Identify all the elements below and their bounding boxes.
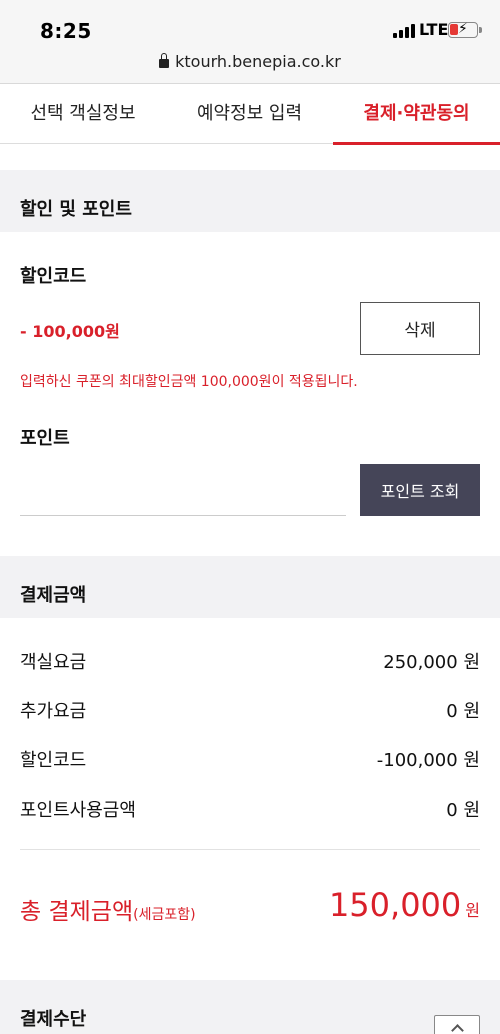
signal-icon bbox=[393, 24, 415, 38]
delete-coupon-button[interactable]: 삭제 bbox=[360, 302, 480, 355]
step-reservation-info[interactable]: 예약정보 입력 bbox=[166, 85, 333, 144]
point-lookup-button[interactable]: 포인트 조회 bbox=[360, 464, 480, 516]
discount-code-label: 할인코드 bbox=[20, 750, 87, 771]
step-payment-terms[interactable]: 결제·약관동의 bbox=[333, 85, 500, 145]
coupon-notice: 입력하신 쿠폰의 최대할인금액 100,000원이 적용됩니다. bbox=[20, 374, 358, 390]
point-usage-value: 0 원 bbox=[446, 800, 480, 821]
room-fee-row: 객실요금 250,000 원 bbox=[20, 648, 480, 673]
status-bar: 8:25 LTE ⚡ ktourh.benepia.co.kr bbox=[0, 0, 500, 84]
total-divider bbox=[20, 849, 480, 850]
total-amount: 150,000 원 bbox=[329, 886, 480, 924]
arrow-up-icon bbox=[451, 1024, 464, 1034]
point-label: 포인트 bbox=[20, 428, 70, 449]
point-input[interactable] bbox=[20, 468, 346, 516]
discount-code-row: 할인코드 -100,000 원 bbox=[20, 746, 480, 771]
address-bar[interactable]: ktourh.benepia.co.kr bbox=[0, 52, 500, 71]
method-section-title: 결제수단 bbox=[20, 1009, 87, 1030]
room-fee-label: 객실요금 bbox=[20, 652, 87, 673]
room-fee-value: 250,000 원 bbox=[383, 652, 480, 673]
total-label: 총 결제금액(세금포함) bbox=[20, 892, 196, 926]
total-tax-note: (세금포함) bbox=[133, 907, 196, 923]
status-time: 8:25 bbox=[40, 19, 92, 43]
network-label: LTE bbox=[419, 20, 449, 39]
battery-icon: ⚡ bbox=[448, 21, 482, 38]
coupon-amount: - 100,000원 bbox=[20, 322, 120, 341]
coupon-label: 할인코드 bbox=[20, 266, 87, 287]
total-amount-unit: 원 bbox=[465, 901, 480, 920]
total-amount-value: 150,000 bbox=[328, 886, 462, 924]
lock-icon bbox=[159, 53, 170, 68]
point-usage-row: 포인트사용금액 0 원 bbox=[20, 796, 480, 821]
discount-section-title: 할인 및 포인트 bbox=[20, 199, 132, 220]
scroll-top-button[interactable] bbox=[434, 1015, 480, 1034]
step-room-info[interactable]: 선택 객실정보 bbox=[0, 85, 166, 144]
extra-fee-value: 0 원 bbox=[446, 701, 480, 722]
url-text: ktourh.benepia.co.kr bbox=[175, 52, 341, 71]
payment-section-title: 결제금액 bbox=[20, 585, 87, 606]
total-label-text: 총 결제금액 bbox=[20, 899, 134, 925]
extra-fee-row: 추가요금 0 원 bbox=[20, 697, 480, 722]
point-usage-label: 포인트사용금액 bbox=[20, 800, 136, 821]
step-tabs: 선택 객실정보 예약정보 입력 결제·약관동의 bbox=[0, 85, 500, 145]
extra-fee-label: 추가요금 bbox=[20, 701, 87, 722]
discount-code-value: -100,000 원 bbox=[376, 750, 480, 771]
